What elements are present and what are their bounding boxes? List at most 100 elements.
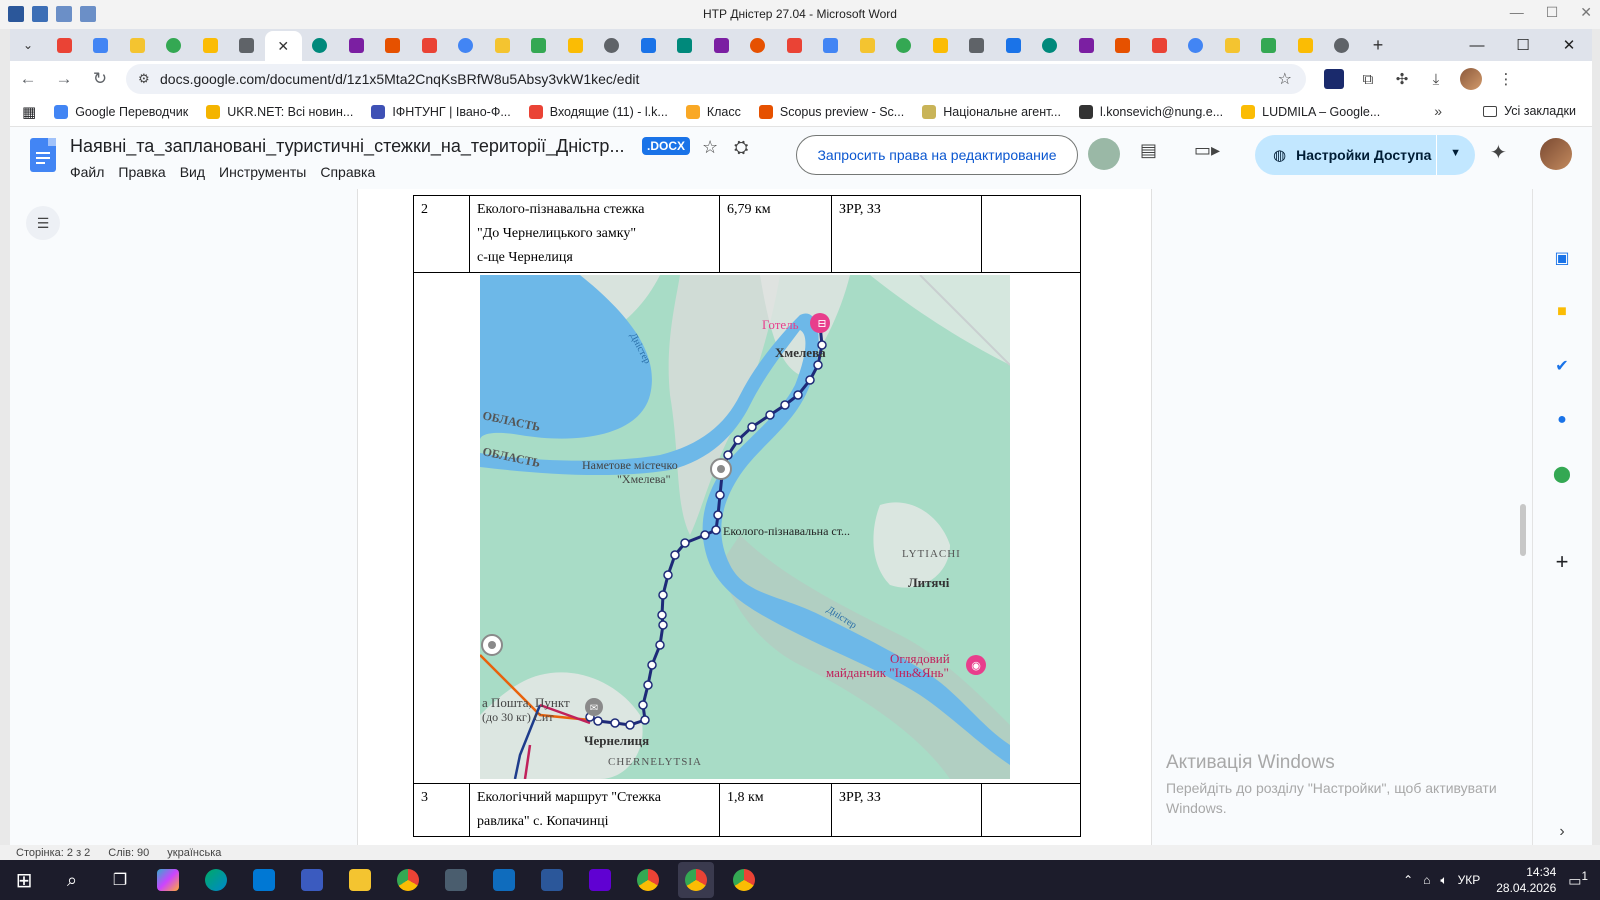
scrollbar-thumb[interactable] [1520,504,1526,556]
browser-tab[interactable] [302,32,339,58]
profile-avatar[interactable] [1460,68,1482,90]
share-dropdown-icon[interactable]: ▼ [1450,147,1461,159]
browser-tab[interactable] [1178,32,1215,58]
browser-tab[interactable] [813,32,850,58]
forward-icon[interactable]: → [46,69,82,89]
browser-tab[interactable] [630,32,667,58]
browser-tab[interactable] [1324,32,1361,58]
browser-tab[interactable] [338,32,375,58]
chrome-icon[interactable] [726,862,762,898]
menu-file[interactable]: Файл [70,164,104,180]
browser-tab[interactable] [1105,32,1142,58]
clock[interactable]: 14:34 28.04.2026 [1496,864,1556,896]
browser-tab[interactable] [448,32,485,58]
meet-icon[interactable]: ▭▸ [1194,140,1220,161]
chrome-icon[interactable] [630,862,666,898]
bookmark-item[interactable]: ІФНТУНГ | Івано-Ф... [371,104,511,119]
docs-logo-icon[interactable] [30,138,56,172]
extension-icon[interactable] [1324,69,1344,89]
browser-tab[interactable] [703,32,740,58]
browser-tab[interactable] [521,32,558,58]
bookmark-item[interactable]: Google Переводчик [54,104,188,119]
browser-tab[interactable] [995,32,1032,58]
browser-tab[interactable] [229,32,266,58]
browser-tab[interactable] [119,32,156,58]
browser-tab[interactable] [1032,32,1069,58]
bookmark-item[interactable]: Національне агент... [922,104,1061,119]
bookmark-item[interactable]: Scopus preview - Sc... [758,104,904,119]
browser-tab[interactable] [959,32,996,58]
close-icon[interactable]: ✕ [1580,4,1592,21]
document-title[interactable]: Наявні_та_заплановані_туристичні_стежки_… [70,136,630,157]
bookmark-item[interactable]: Класс [685,104,741,119]
volume-icon[interactable]: 🔈︎ [1440,873,1447,888]
menu-view[interactable]: Вид [180,164,205,180]
browser-tab[interactable] [192,32,229,58]
bookmark-item[interactable]: Входящие (11) - l.k... [528,104,668,119]
browser-tab[interactable] [849,32,886,58]
user-avatar[interactable] [1540,138,1572,170]
browser-tab[interactable] [375,32,412,58]
download-icon[interactable]: ⤓ [1426,69,1446,89]
browser-tab[interactable] [83,32,120,58]
edge-icon[interactable] [198,862,234,898]
outlook-icon[interactable] [486,862,522,898]
bookmark-item[interactable]: l.konsevich@nung.e... [1078,104,1223,119]
comments-icon[interactable]: ▤ [1140,140,1157,161]
keep-icon[interactable]: ■ [1551,301,1573,323]
language-indicator[interactable]: УКР [1458,873,1481,887]
outline-icon[interactable]: ☰ [26,206,60,240]
browser-tab[interactable] [1251,32,1288,58]
search-icon[interactable]: ⌕ [54,862,90,898]
browser-tab[interactable] [776,32,813,58]
trail-map[interactable]: ⊟ ✉ ◉ Готель Хмелева ОБЛАСТЬ ОБЛАСТЬ Нам… [480,275,1010,779]
menu-edit[interactable]: Правка [118,164,165,180]
task-view-icon[interactable]: ❐ [102,862,138,898]
browser-tab[interactable] [594,32,631,58]
minimize-icon[interactable]: — [1510,4,1524,21]
browser-tab[interactable] [46,32,83,58]
extension-icon[interactable]: ⧉ [1358,69,1378,89]
add-addon-icon[interactable]: + [1551,549,1573,574]
tasks-icon[interactable]: ✔ [1551,355,1573,377]
chrome-icon[interactable] [390,862,426,898]
site-info-icon[interactable]: ⚙ [138,71,160,87]
tab-search-icon[interactable]: ⌄ [10,38,46,52]
contacts-icon[interactable]: ● [1551,409,1573,431]
save-app-icon[interactable] [294,862,330,898]
browser-tab[interactable] [1287,32,1324,58]
offline-status-icon[interactable]: ⛭ [734,137,748,158]
collapse-panel-icon[interactable]: › [1551,821,1573,843]
bookmark-item[interactable]: UKR.NET: Всі новин... [206,104,353,119]
apps-icon[interactable]: ▦ [22,103,36,121]
menu-help[interactable]: Справка [320,164,375,180]
browser-tab[interactable] [156,32,193,58]
share-button[interactable]: ◍ Настройки Доступа ▼ [1255,135,1475,175]
chrome-menu-icon[interactable]: ⋮ [1496,69,1516,89]
browser-tab[interactable] [922,32,959,58]
menu-tools[interactable]: Инструменты [219,164,306,180]
browser-tab[interactable]: ✕ [265,31,302,61]
reload-icon[interactable]: ↻ [82,69,118,89]
gemini-icon[interactable]: ✦ [1490,140,1507,165]
new-tab-icon[interactable]: + [1366,35,1390,56]
copilot-icon[interactable] [150,862,186,898]
collaborator-avatar[interactable] [1088,138,1120,170]
puzzle-icon[interactable]: ✣ [1392,69,1412,89]
maximize-icon[interactable]: ☐ [1546,4,1559,21]
browser-tab[interactable] [1141,32,1178,58]
more-bookmarks-icon[interactable]: » [1434,103,1442,119]
request-edit-button[interactable]: Запросить права на редактирование [796,135,1078,175]
back-icon[interactable]: ← [10,69,46,89]
all-bookmarks[interactable]: Усі закладки [1483,104,1576,118]
close-icon[interactable]: ✕ [1546,29,1592,61]
close-tab-icon[interactable]: ✕ [277,38,289,55]
browser-tab[interactable] [740,32,777,58]
calculator-icon[interactable] [438,862,474,898]
minimize-icon[interactable]: — [1454,29,1500,61]
yahoo-icon[interactable] [582,862,618,898]
address-bar[interactable]: ⚙ docs.google.com/document/d/1z1x5Mta2Cn… [126,64,1306,94]
maximize-icon[interactable]: ☐ [1500,29,1546,61]
bookmark-star-icon[interactable]: ☆ [1278,69,1292,89]
bookmark-item[interactable]: LUDMILA – Google... [1241,104,1380,119]
